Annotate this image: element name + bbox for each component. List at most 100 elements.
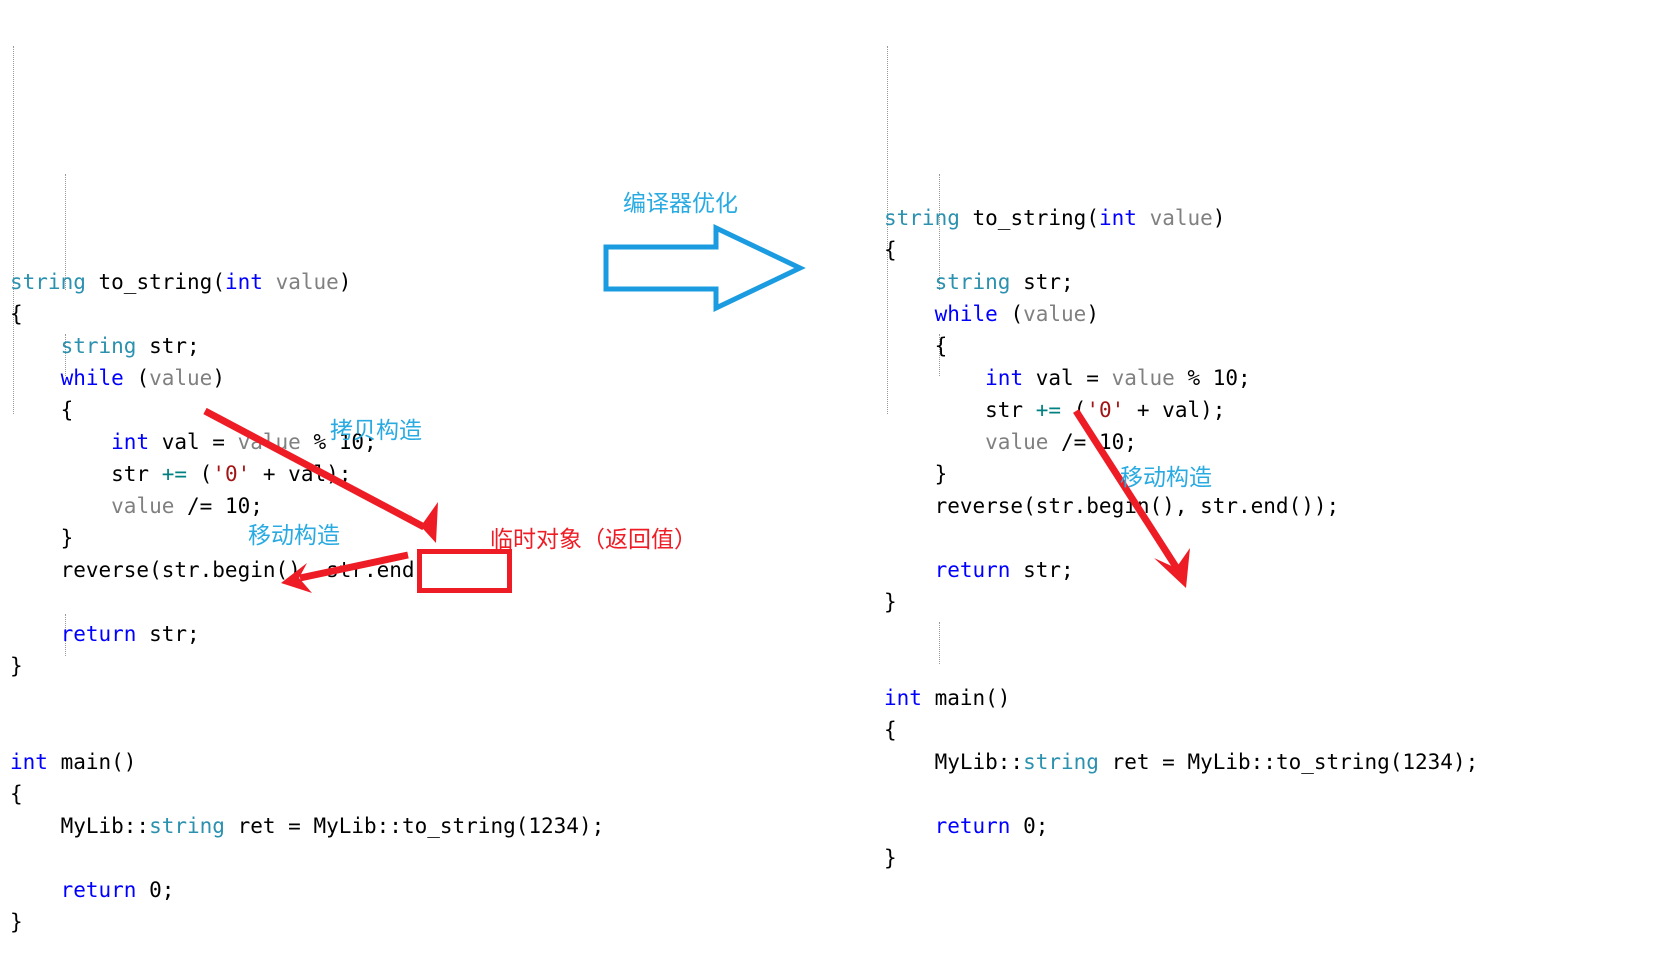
code-token: /= 10;: [1048, 430, 1137, 454]
move-construct-label-left: 移动构造: [248, 523, 340, 549]
code-token: '0': [212, 462, 251, 486]
code-token: +=: [161, 462, 188, 486]
code-token: string: [60, 334, 137, 358]
code-token: val =: [149, 430, 238, 454]
code-line: return str;: [10, 618, 604, 650]
temporary-object-box: [417, 549, 512, 593]
code-line: }: [884, 842, 1478, 874]
code-line: while (value): [10, 362, 604, 394]
code-token: }: [884, 462, 948, 486]
code-token: {: [10, 398, 74, 422]
code-token: reverse(str.begin(), str.end());: [10, 558, 466, 582]
code-token: ): [1086, 302, 1099, 326]
code-token: while: [934, 302, 998, 326]
code-line: string to_string(int value): [10, 266, 604, 298]
code-line: }: [10, 650, 604, 682]
code-token: str: [10, 462, 162, 486]
code-token: main(): [921, 686, 1011, 710]
code-line: int main(): [10, 746, 604, 778]
code-token: {: [884, 718, 897, 742]
code-line: int main(): [884, 682, 1478, 714]
code-line: while (value): [884, 298, 1478, 330]
code-token: {: [884, 334, 948, 358]
code-token: value: [1023, 302, 1087, 326]
code-line: {: [10, 778, 604, 810]
code-token: value: [149, 366, 213, 390]
code-token: return: [60, 878, 137, 902]
code-token: to_string: [972, 206, 1087, 230]
code-token: string: [149, 814, 225, 838]
code-token: value: [275, 270, 339, 294]
code-token: int: [985, 366, 1024, 390]
code-line: return 0;: [10, 874, 604, 906]
temporary-object-label: 临时对象（返回值）: [490, 527, 697, 553]
code-token: }: [10, 526, 74, 550]
code-token: value: [985, 430, 1049, 454]
code-token: 0;: [136, 878, 175, 902]
code-line: MyLib::string ret = MyLib::to_string(123…: [10, 810, 605, 842]
code-token: ): [212, 366, 225, 390]
code-token: int: [884, 686, 922, 710]
code-line: string str;: [10, 330, 604, 362]
code-line: str += ('0' + val);: [884, 394, 1478, 426]
move-construct-label-right: 移动构造: [1120, 465, 1212, 491]
code-line: int val = value % 10;: [10, 426, 604, 458]
compiler-optimization-label: 编译器优化: [623, 191, 738, 217]
code-token: to_string: [98, 270, 213, 294]
code-token: /= 10;: [174, 494, 263, 518]
code-line: string str;: [884, 266, 1478, 298]
code-token: value: [1111, 366, 1175, 390]
code-token: str;: [1010, 558, 1074, 582]
code-line: return str;: [884, 554, 1478, 586]
code-line: MyLib::string ret = MyLib::to_string(123…: [884, 746, 1479, 778]
code-token: string: [934, 270, 1011, 294]
code-token: str;: [1010, 270, 1074, 294]
code-token: value: [237, 430, 301, 454]
code-token: + val);: [1124, 398, 1226, 422]
code-token: return: [934, 814, 1011, 838]
code-token: {: [10, 302, 23, 326]
code-token: reverse(str.begin(), str.end());: [884, 494, 1340, 518]
code-line: value /= 10;: [10, 490, 604, 522]
code-token: string: [1023, 750, 1099, 774]
code-token: value: [111, 494, 175, 518]
code-token: {: [884, 238, 897, 262]
code-line: reverse(str.begin(), str.end());: [884, 490, 1478, 522]
code-lines-right: string to_string(int value){ string str;…: [884, 202, 1478, 874]
code-token: value: [1149, 206, 1213, 230]
code-line: str += ('0' + val);: [10, 458, 604, 490]
code-token: '0': [1086, 398, 1125, 422]
code-token: str;: [136, 334, 200, 358]
code-line: {: [884, 714, 1478, 746]
code-panel-right: string to_string(int value){ string str;…: [884, 10, 1478, 906]
code-token: string: [10, 270, 99, 294]
code-lines-left: string to_string(int value){ string str;…: [10, 266, 604, 938]
code-token: str: [884, 398, 1036, 422]
code-line: }: [884, 586, 1478, 618]
code-token: (: [997, 302, 1024, 326]
code-token: (: [1086, 206, 1099, 230]
code-token: val =: [1023, 366, 1112, 390]
code-token: while: [60, 366, 124, 390]
code-token: MyLib::: [884, 750, 1024, 774]
code-token: int: [111, 430, 150, 454]
code-token: (: [187, 462, 213, 486]
code-token: int: [1098, 206, 1137, 230]
code-token: ): [338, 270, 352, 294]
code-token: ret = MyLib::to_string(1234);: [1098, 750, 1479, 774]
code-panel-left: string to_string(int value){ string str;…: [10, 10, 604, 970]
code-token: (: [212, 270, 225, 294]
